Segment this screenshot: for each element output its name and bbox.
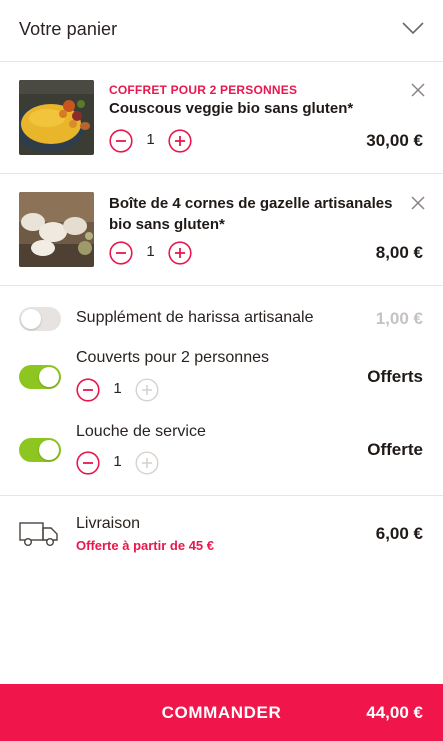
item-name: Boîte de 4 cornes de gazelle artisanales… [109, 195, 393, 233]
minus-icon[interactable] [109, 129, 133, 153]
extra-price: Offerte [367, 440, 423, 459]
cart-title: Votre panier [19, 19, 118, 39]
plus-icon[interactable] [135, 451, 159, 475]
delivery-note: Offerte à partir de 45 € [76, 538, 214, 553]
product-image-couscous [19, 80, 94, 155]
delivery-price: 6,00 € [375, 524, 423, 543]
order-button[interactable]: COMMANDER 44,00 € [0, 684, 443, 741]
close-icon[interactable] [411, 83, 425, 97]
item-tag: COFFRET POUR 2 PERSONNES [109, 83, 298, 97]
minus-icon[interactable] [76, 378, 100, 402]
quantity-value: 1 [113, 453, 122, 470]
close-icon[interactable] [411, 196, 425, 210]
quantity-stepper[interactable]: 1 [109, 241, 193, 265]
extra-label: Couverts pour 2 personnes [76, 349, 269, 366]
chevron-down-icon[interactable] [402, 21, 424, 35]
cutlery-toggle[interactable] [19, 365, 61, 389]
extra-label: Louche de service [76, 423, 206, 440]
cart-item: Boîte de 4 cornes de gazelle artisanales… [0, 174, 443, 286]
quantity-stepper[interactable]: 1 [76, 451, 160, 475]
minus-icon[interactable] [109, 241, 133, 265]
delivery-label: Livraison [76, 515, 141, 532]
harissa-toggle[interactable] [19, 307, 61, 331]
order-total: 44,00 € [366, 703, 423, 722]
plus-icon[interactable] [135, 378, 159, 402]
extras-section: Supplément de harissa artisanale 1,00 € … [0, 286, 443, 496]
truck-icon [19, 522, 58, 547]
quantity-stepper[interactable]: 1 [109, 129, 193, 153]
ladle-toggle[interactable] [19, 438, 61, 462]
cart-item: COFFRET POUR 2 PERSONNES Couscous veggie… [0, 62, 443, 174]
cart-header[interactable]: Votre panier [0, 0, 443, 62]
toggle-knob [39, 367, 59, 387]
plus-icon[interactable] [168, 129, 192, 153]
item-price: 30,00 € [366, 131, 423, 150]
quantity-value: 1 [146, 131, 155, 148]
extra-price: 1,00 € [375, 309, 423, 328]
extra-price: Offerts [367, 367, 423, 386]
item-name: Couscous veggie bio sans gluten* [109, 100, 354, 117]
product-image-cornes-de-gazelle [19, 192, 94, 267]
extra-label: Supplément de harissa artisanale [76, 309, 314, 326]
item-price: 8,00 € [375, 243, 423, 262]
quantity-value: 1 [146, 243, 155, 260]
plus-icon[interactable] [168, 241, 192, 265]
quantity-stepper[interactable]: 1 [76, 378, 160, 402]
toggle-knob [39, 440, 59, 460]
minus-icon[interactable] [76, 451, 100, 475]
quantity-value: 1 [113, 380, 122, 397]
toggle-knob [21, 309, 41, 329]
